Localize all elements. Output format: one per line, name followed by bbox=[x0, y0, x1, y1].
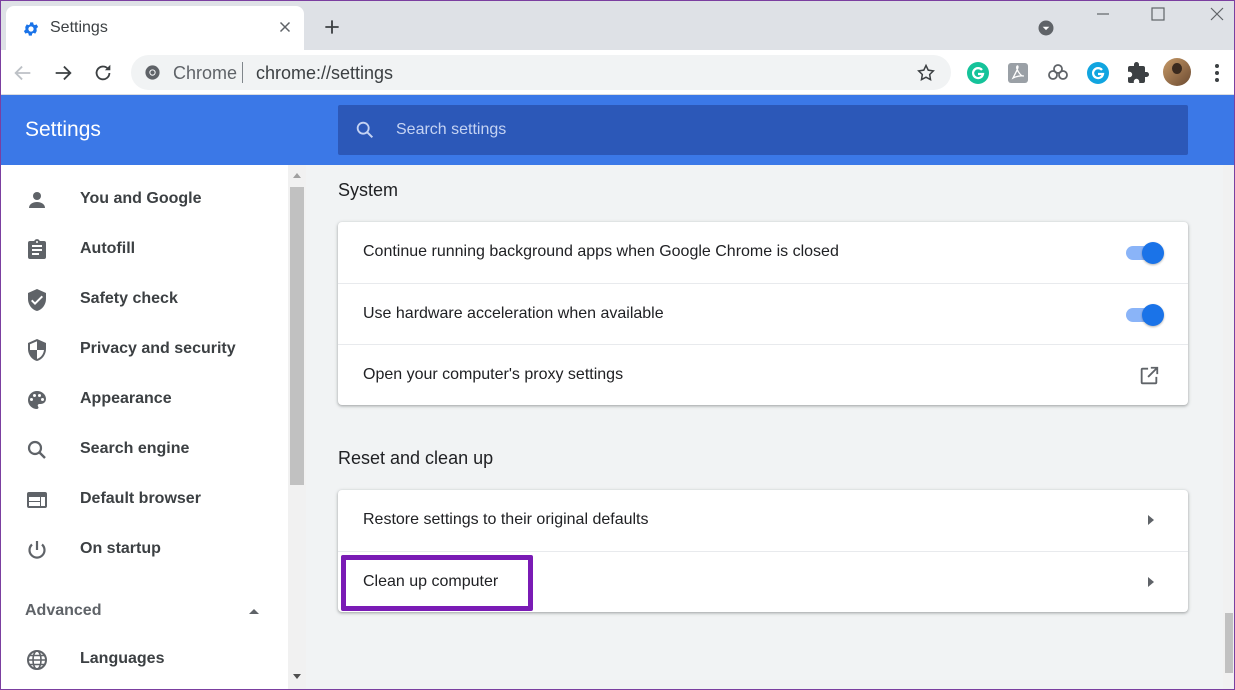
tab-strip: Settings bbox=[0, 0, 1235, 50]
extensions-puzzle-icon[interactable] bbox=[1126, 61, 1150, 85]
sidebar-item-label: Appearance bbox=[80, 390, 172, 407]
shield-half-icon bbox=[28, 339, 46, 361]
advanced-toggle[interactable]: Advanced bbox=[25, 602, 101, 620]
omnibox-separator bbox=[242, 62, 243, 83]
grammarly-g-icon[interactable] bbox=[1086, 61, 1110, 85]
settings-header: Settings Search settings bbox=[0, 95, 1235, 165]
scroll-down-arrow-icon[interactable] bbox=[292, 673, 302, 681]
site-name: Chrome bbox=[173, 63, 238, 83]
search-settings-input[interactable]: Search settings bbox=[338, 105, 1188, 155]
new-tab-icon[interactable] bbox=[322, 17, 342, 37]
background-apps-toggle[interactable] bbox=[1124, 242, 1164, 264]
setting-label: Use hardware acceleration when available bbox=[363, 305, 664, 322]
sidebar-item-label: Default browser bbox=[80, 490, 201, 507]
grammarly-extension-icon[interactable] bbox=[966, 61, 990, 85]
hardware-acceleration-toggle[interactable] bbox=[1124, 304, 1164, 326]
sidebar-item-label: Safety check bbox=[80, 290, 178, 307]
maximize-icon[interactable] bbox=[1143, 4, 1173, 26]
sidebar-item-label: You and Google bbox=[80, 190, 202, 207]
arrow-right-icon[interactable] bbox=[1144, 512, 1158, 528]
settings-main: System Continue running background apps … bbox=[306, 165, 1223, 690]
close-tab-icon[interactable] bbox=[276, 18, 294, 36]
main-scroll-thumb[interactable] bbox=[1225, 613, 1233, 673]
sidebar-item-languages[interactable]: Languages bbox=[0, 635, 288, 685]
globe-icon bbox=[27, 650, 47, 670]
setting-label: Continue running background apps when Go… bbox=[363, 243, 839, 260]
palette-icon bbox=[28, 391, 46, 409]
section-title-system: System bbox=[338, 180, 399, 200]
section-title-reset: Reset and clean up bbox=[338, 448, 494, 468]
system-card: Continue running background apps when Go… bbox=[338, 222, 1188, 405]
main-scrollbar[interactable] bbox=[1223, 165, 1235, 690]
sidebar-item-privacy-and-security[interactable]: Privacy and security bbox=[0, 325, 288, 375]
back-icon[interactable] bbox=[12, 62, 34, 84]
sidebar-item-label: Search engine bbox=[80, 440, 190, 457]
search-placeholder: Search settings bbox=[396, 121, 507, 138]
sidebar-item-autofill[interactable]: Autofill bbox=[0, 225, 288, 275]
sidebar-item-on-startup[interactable]: On startup bbox=[0, 525, 288, 575]
window-close-icon[interactable] bbox=[1202, 4, 1232, 26]
profile-avatar[interactable] bbox=[1163, 58, 1191, 86]
more-menu-icon[interactable] bbox=[1207, 62, 1227, 84]
caret-up-icon[interactable] bbox=[246, 603, 262, 619]
setting-row-restore-defaults[interactable]: Restore settings to their original defau… bbox=[338, 490, 1188, 551]
sidebar-scroll-thumb[interactable] bbox=[290, 187, 304, 485]
setting-row-background-apps[interactable]: Continue running background apps when Go… bbox=[338, 222, 1188, 283]
tab-title: Settings bbox=[50, 19, 108, 36]
sidebar-item-label: Privacy and security bbox=[80, 340, 236, 357]
sidebar-item-appearance[interactable]: Appearance bbox=[0, 375, 288, 425]
sidebar-item-label: Languages bbox=[80, 650, 165, 667]
page-title: Settings bbox=[25, 118, 101, 141]
sidebar-item-safety-check[interactable]: Safety check bbox=[0, 275, 288, 325]
settings-sidebar: You and Google Autofill Safety check Pri… bbox=[0, 165, 290, 690]
power-icon bbox=[28, 541, 46, 559]
reload-icon[interactable] bbox=[92, 62, 114, 84]
setting-label: Restore settings to their original defau… bbox=[363, 511, 649, 528]
chrome-icon bbox=[145, 65, 160, 80]
sidebar-item-label: On startup bbox=[80, 540, 161, 557]
person-icon bbox=[29, 192, 45, 208]
url-text[interactable]: chrome://settings bbox=[256, 63, 393, 84]
sidebar-item-search-engine[interactable]: Search engine bbox=[0, 425, 288, 475]
sidebar-scrollbar[interactable] bbox=[288, 165, 306, 690]
search-icon bbox=[356, 121, 374, 139]
external-link-icon[interactable] bbox=[1138, 365, 1160, 387]
forward-icon[interactable] bbox=[52, 62, 74, 84]
browser-toolbar: Chrome chrome://settings bbox=[0, 50, 1235, 95]
sidebar-item-you-and-google[interactable]: You and Google bbox=[0, 175, 288, 225]
tab-settings[interactable]: Settings bbox=[6, 6, 304, 50]
setting-label: Open your computer's proxy settings bbox=[363, 366, 624, 383]
browser-window-icon bbox=[27, 492, 47, 508]
setting-row-proxy-settings[interactable]: Open your computer's proxy settings bbox=[338, 344, 1188, 405]
arrow-right-icon[interactable] bbox=[1144, 574, 1158, 590]
minimize-icon[interactable] bbox=[1088, 4, 1118, 26]
search-icon bbox=[27, 440, 46, 459]
tab-search-icon[interactable] bbox=[1036, 18, 1056, 38]
gear-icon bbox=[23, 22, 39, 36]
link-extension-icon[interactable] bbox=[1046, 61, 1070, 85]
sidebar-item-default-browser[interactable]: Default browser bbox=[0, 475, 288, 525]
address-bar[interactable]: Chrome chrome://settings bbox=[131, 55, 951, 90]
setting-row-hardware-acceleration[interactable]: Use hardware acceleration when available bbox=[338, 283, 1188, 344]
clipboard-icon bbox=[28, 239, 46, 259]
bookmark-star-icon[interactable] bbox=[916, 63, 936, 83]
sidebar-item-label: Autofill bbox=[80, 240, 136, 257]
pdf-extension-icon[interactable] bbox=[1006, 61, 1030, 85]
shield-check-icon bbox=[28, 289, 46, 311]
scroll-up-arrow-icon[interactable] bbox=[292, 171, 302, 179]
highlight-box bbox=[341, 555, 533, 611]
